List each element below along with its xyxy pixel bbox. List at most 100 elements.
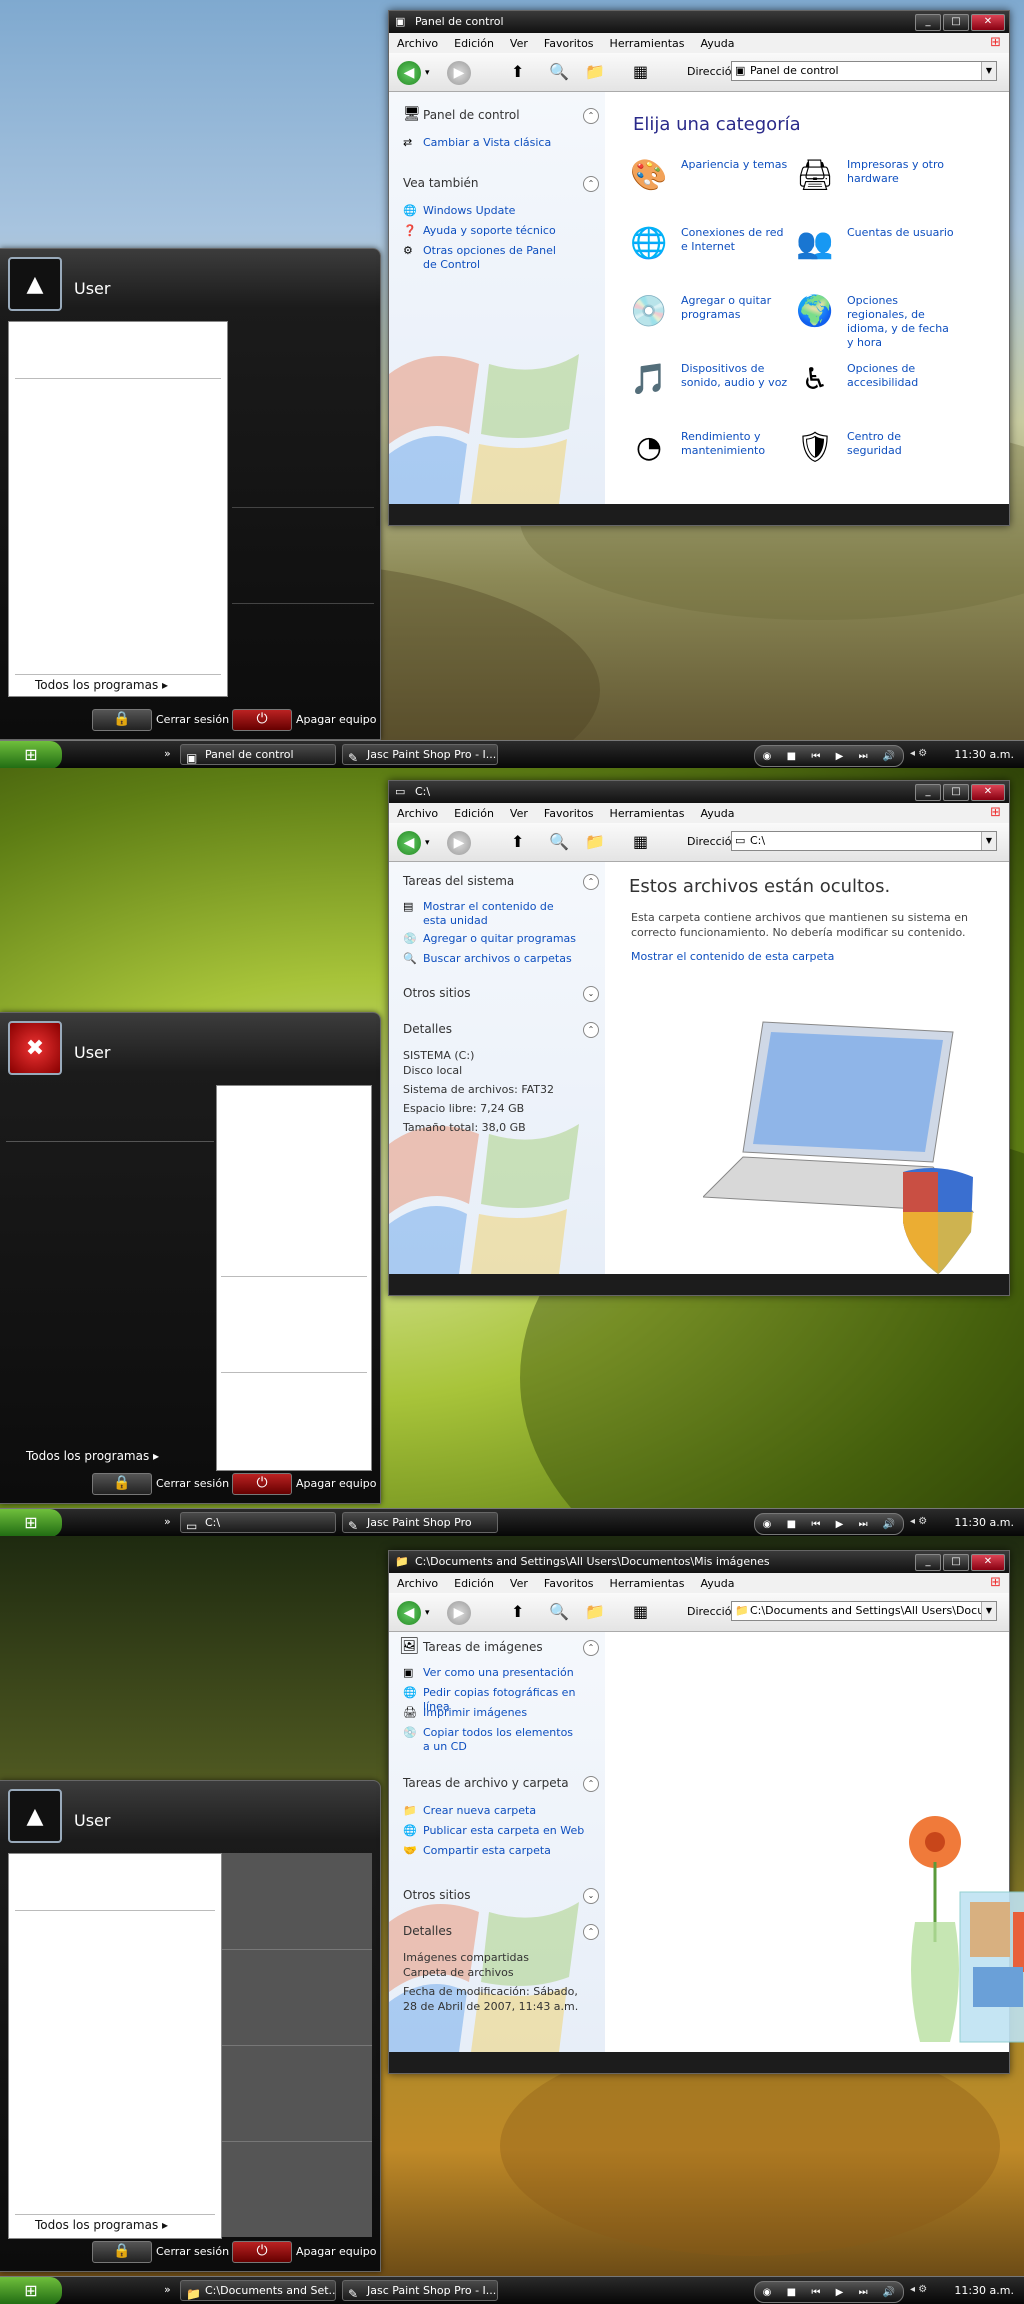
stop-icon[interactable]: ■	[787, 751, 796, 762]
chevron-down-icon[interactable]: ▼	[981, 1602, 996, 1620]
chevron-down-icon[interactable]: ▼	[981, 62, 996, 80]
menu-view[interactable]: Ver	[510, 1577, 528, 1590]
close-button[interactable]: ✕	[971, 1554, 1005, 1571]
up-folder-icon[interactable]: ⬆	[511, 832, 524, 851]
menu-help[interactable]: Ayuda	[700, 807, 734, 820]
previous-icon[interactable]: ⏮	[811, 1519, 820, 1530]
logoff-label[interactable]: Cerrar sesión	[156, 1477, 229, 1490]
menu-edit[interactable]: Edición	[454, 1577, 494, 1590]
expand-button[interactable]: ⌄	[583, 1888, 599, 1904]
taskbar-item[interactable]: 📁 C:\Documents and Set...	[180, 2280, 336, 2301]
clock[interactable]: 11:30 a.m.	[954, 1516, 1014, 1529]
taskbar-item[interactable]: ✎ Jasc Paint Shop Pro - I...	[342, 2280, 498, 2301]
collapse-button[interactable]: ⌃	[583, 1776, 599, 1792]
back-button[interactable]: ◀	[397, 831, 421, 855]
play-icon[interactable]: ▶	[836, 751, 844, 762]
taskbar-item[interactable]: ▣ Panel de control	[180, 744, 336, 765]
tray-icons[interactable]: ◂ ⚙	[910, 1516, 927, 1527]
collapse-button[interactable]: ⌃	[583, 1640, 599, 1656]
stop-icon[interactable]: ■	[787, 2287, 796, 2298]
add-remove-link[interactable]: Agregar o quitar programas	[423, 932, 576, 946]
shutdown-label[interactable]: Apagar equipo	[296, 713, 376, 726]
power-button[interactable]: ⏻	[232, 709, 292, 731]
publish-web-link[interactable]: Publicar esta carpeta en Web	[423, 1824, 584, 1838]
start-button[interactable]: ⊞	[0, 2277, 62, 2304]
next-icon[interactable]: ⏭	[859, 1519, 868, 1530]
address-field[interactable]: ▭ C:\ ▼	[731, 831, 997, 851]
menu-view[interactable]: Ver	[510, 807, 528, 820]
back-dropdown-icon[interactable]: ▾	[425, 1608, 430, 1618]
share-folder-link[interactable]: Compartir esta carpeta	[423, 1844, 551, 1858]
menu-help[interactable]: Ayuda	[700, 37, 734, 50]
all-programs-button[interactable]: Todos los programas ▸	[35, 678, 168, 692]
shutdown-label[interactable]: Apagar equipo	[296, 2245, 376, 2258]
folders-icon[interactable]: 📁	[585, 1602, 605, 1621]
show-contents-link[interactable]: Mostrar el contenido de esta unidad	[423, 900, 573, 928]
lock-button[interactable]: 🔒	[92, 2241, 152, 2263]
back-button[interactable]: ◀	[397, 61, 421, 85]
search-icon[interactable]: 🔍	[549, 62, 569, 81]
search-files-link[interactable]: Buscar archivos o carpetas	[423, 952, 572, 966]
collapse-button[interactable]: ⌃	[583, 874, 599, 890]
media-icon[interactable]: ◉	[763, 2287, 772, 2298]
help-support-link[interactable]: Ayuda y soporte técnico	[423, 224, 556, 238]
title-bar[interactable]: 📁 C:\Documents and Settings\All Users\Do…	[389, 1551, 1009, 1573]
volume-icon[interactable]: 🔊	[883, 1519, 895, 1530]
media-icon[interactable]: ◉	[763, 751, 772, 762]
print-pictures-link[interactable]: Imprimir imágenes	[423, 1706, 527, 1720]
close-button[interactable]: ✕	[971, 784, 1005, 801]
folders-icon[interactable]: 📁	[585, 832, 605, 851]
chevron-down-icon[interactable]: ▼	[981, 832, 996, 850]
menu-tools[interactable]: Herramientas	[610, 37, 685, 50]
windows-update-link[interactable]: Windows Update	[423, 204, 515, 218]
collapse-button[interactable]: ⌃	[583, 108, 599, 124]
menu-tools[interactable]: Herramientas	[610, 807, 685, 820]
back-button[interactable]: ◀	[397, 1601, 421, 1625]
user-avatar[interactable]: ▲	[8, 1789, 62, 1843]
address-field[interactable]: 📁 C:\Documents and Settings\All Users\Do…	[731, 1601, 997, 1621]
stop-icon[interactable]: ■	[787, 1519, 796, 1530]
previous-icon[interactable]: ⏮	[811, 2287, 820, 2298]
menu-file[interactable]: Archivo	[397, 1577, 438, 1590]
title-bar[interactable]: ▭ C:\ _ □ ✕	[389, 781, 1009, 803]
title-bar[interactable]: ▣ Panel de control _ □ ✕	[389, 11, 1009, 33]
play-icon[interactable]: ▶	[836, 1519, 844, 1530]
views-icon[interactable]: ▦	[633, 1602, 648, 1621]
slideshow-link[interactable]: Ver como una presentación	[423, 1666, 574, 1680]
lock-button[interactable]: 🔒	[92, 709, 152, 731]
menu-edit[interactable]: Edición	[454, 37, 494, 50]
quick-launch-chevron-icon[interactable]: »	[164, 747, 171, 760]
menu-help[interactable]: Ayuda	[700, 1577, 734, 1590]
next-icon[interactable]: ⏭	[859, 751, 868, 762]
maximize-button[interactable]: □	[943, 1554, 969, 1571]
up-folder-icon[interactable]: ⬆	[511, 1602, 524, 1621]
menu-file[interactable]: Archivo	[397, 807, 438, 820]
new-folder-link[interactable]: Crear nueva carpeta	[423, 1804, 536, 1818]
next-icon[interactable]: ⏭	[859, 2287, 868, 2298]
minimize-button[interactable]: _	[915, 784, 941, 801]
shutdown-label[interactable]: Apagar equipo	[296, 1477, 376, 1490]
start-button[interactable]: ⊞	[0, 741, 62, 768]
copy-to-cd-link[interactable]: Copiar todos los elementos a un CD	[423, 1726, 583, 1754]
views-icon[interactable]: ▦	[633, 832, 648, 851]
forward-button[interactable]: ▶	[447, 831, 471, 855]
quick-launch-chevron-icon[interactable]: »	[164, 2283, 171, 2296]
show-folder-contents-link[interactable]: Mostrar el contenido de esta carpeta	[631, 950, 834, 963]
start-button[interactable]: ⊞	[0, 1509, 62, 1536]
quick-launch-chevron-icon[interactable]: »	[164, 1515, 171, 1528]
search-icon[interactable]: 🔍	[549, 832, 569, 851]
menu-favorites[interactable]: Favoritos	[544, 1577, 594, 1590]
power-button[interactable]: ⏻	[232, 1473, 292, 1495]
all-programs-button[interactable]: Todos los programas ▸	[35, 2218, 168, 2232]
menu-edit[interactable]: Edición	[454, 807, 494, 820]
taskbar-item[interactable]: ▭ C:\	[180, 1512, 336, 1533]
folders-icon[interactable]: 📁	[585, 62, 605, 81]
previous-icon[interactable]: ⏮	[811, 751, 820, 762]
clock[interactable]: 11:30 a.m.	[954, 748, 1014, 761]
lock-button[interactable]: 🔒	[92, 1473, 152, 1495]
close-button[interactable]: ✕	[971, 14, 1005, 31]
menu-favorites[interactable]: Favoritos	[544, 37, 594, 50]
collapse-button[interactable]: ⌃	[583, 176, 599, 192]
tray-icons[interactable]: ◂ ⚙	[910, 748, 927, 759]
search-icon[interactable]: 🔍	[549, 1602, 569, 1621]
